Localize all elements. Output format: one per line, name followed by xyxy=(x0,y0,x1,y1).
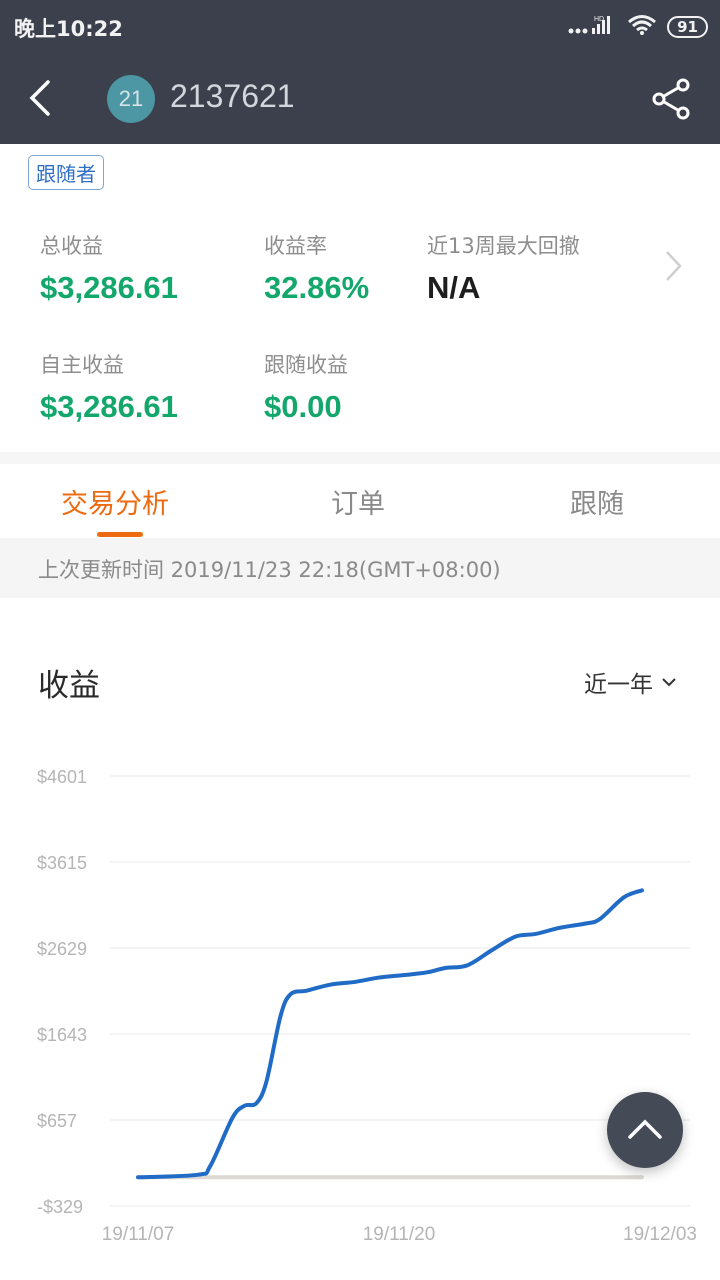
stat-label: 跟随收益 xyxy=(264,353,348,377)
status-time: 晚上10:22 xyxy=(14,17,123,41)
back-button[interactable] xyxy=(22,76,62,120)
y-tick-label: $2629 xyxy=(37,939,87,959)
range-dropdown[interactable]: 近一年 xyxy=(584,665,677,699)
share-button[interactable] xyxy=(648,76,694,122)
share-icon xyxy=(652,78,690,120)
chevron-right-icon xyxy=(666,251,682,281)
y-tick-label: $4601 xyxy=(37,767,87,787)
account-title: 2137621 xyxy=(170,78,295,114)
chevron-left-icon xyxy=(29,80,50,116)
chevron-down-icon xyxy=(662,678,676,687)
stat-value: $0.00 xyxy=(264,389,342,424)
tab-follow[interactable]: 跟随 xyxy=(570,482,624,521)
last-update-text: 上次更新时间 2019/11/23 22:18(GMT+08:00) xyxy=(0,538,720,598)
app-bar: 21 2137621 xyxy=(0,52,720,144)
role-badge: 跟随者 xyxy=(28,155,104,190)
stat-value: N/A xyxy=(427,270,481,305)
stat-value: $3,286.61 xyxy=(40,389,178,424)
chart-title: 收益 xyxy=(38,668,100,704)
section-divider xyxy=(0,452,720,464)
status-bar: 晚上10:22 HD 91 xyxy=(0,0,720,52)
x-tick-label: 19/12/03 xyxy=(623,1224,697,1245)
scroll-top-button[interactable] xyxy=(607,1092,683,1168)
tab-orders[interactable]: 订单 xyxy=(331,482,385,521)
chevron-up-icon xyxy=(628,1119,662,1139)
stat-label: 自主收益 xyxy=(40,353,124,377)
stat-max-drawdown[interactable]: 近13周最大回撤 N/A xyxy=(427,230,580,306)
stat-value: $3,286.61 xyxy=(40,270,178,305)
svg-text:HD: HD xyxy=(594,16,604,23)
y-tick-label: $1643 xyxy=(37,1025,87,1045)
tab-indicator xyxy=(97,532,143,537)
stat-return-rate: 收益率 32.86% xyxy=(264,230,369,306)
wifi-icon xyxy=(627,14,657,40)
stat-self-profit: 自主收益 $3,286.61 xyxy=(40,349,178,425)
tab-trade-analysis[interactable]: 交易分析 xyxy=(61,482,169,521)
battery-indicator: 91 xyxy=(667,16,708,38)
stat-label: 总收益 xyxy=(40,234,103,258)
stat-label: 收益率 xyxy=(264,234,327,258)
x-tick-label: 19/11/20 xyxy=(363,1224,436,1245)
stat-label: 近13周最大回撤 xyxy=(427,234,580,258)
range-label: 近一年 xyxy=(584,672,653,698)
stat-value: 32.86% xyxy=(264,270,370,305)
avatar: 21 xyxy=(107,75,155,123)
y-tick-label: $657 xyxy=(37,1111,77,1131)
tab-bar: 交易分析 订单 跟随 xyxy=(0,464,720,538)
profit-chart: $4601 $3615 $2629 $1643 $657 -$329 19/11/07 19/… xyxy=(37,767,697,1245)
stat-follow-profit: 跟随收益 $0.00 xyxy=(264,349,348,425)
signal-icon: HD xyxy=(567,14,617,40)
stat-total-profit: 总收益 $3,286.61 xyxy=(40,230,178,306)
y-tick-label: -$329 xyxy=(37,1197,83,1217)
status-icons: HD 91 xyxy=(567,14,708,40)
stats-detail-button[interactable] xyxy=(662,246,686,286)
y-tick-label: $3615 xyxy=(37,853,87,873)
x-tick-label: 19/11/07 xyxy=(102,1224,175,1245)
